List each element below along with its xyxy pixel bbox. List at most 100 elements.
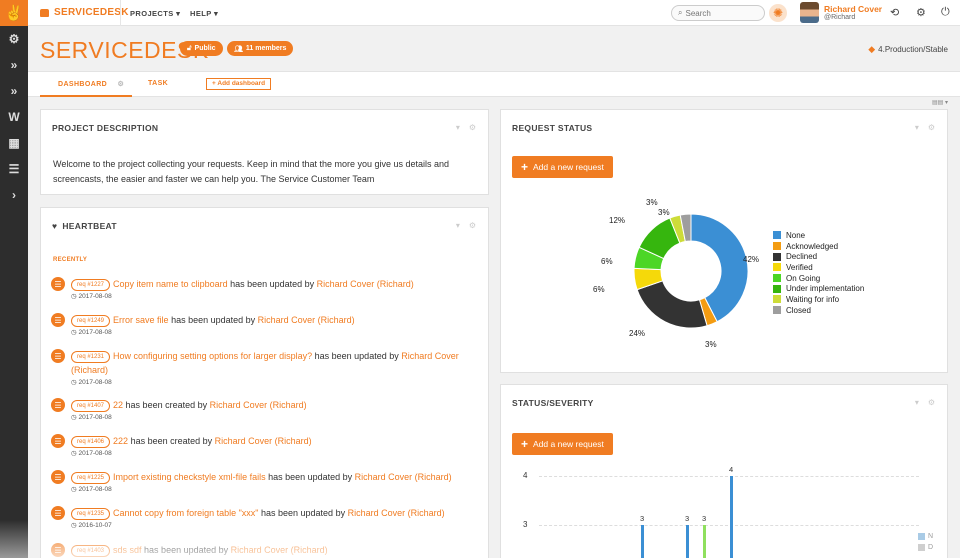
request-link[interactable]: 222: [113, 436, 128, 446]
action-text: has been updated by: [312, 351, 402, 361]
gear-icon[interactable]: ⚙: [469, 221, 476, 230]
heartbeat-text: req #1231 How configuring setting options…: [71, 349, 471, 377]
bar[interactable]: [641, 525, 644, 558]
legend-swatch: [773, 306, 781, 315]
left-sidebar: ✌ ⚙ » » W ▦ ☰ ›: [0, 0, 28, 558]
add-request-label: Add a new request: [533, 439, 604, 449]
tab-task[interactable]: TASK: [148, 80, 168, 87]
legend-item[interactable]: Acknowledged: [773, 241, 864, 252]
request-tag[interactable]: req #1225: [71, 472, 111, 484]
bar-value-label: 4: [729, 465, 734, 474]
heartbeat-date: ◷ 2017-08-08: [71, 328, 112, 336]
list-icon: ☰: [51, 313, 65, 327]
request-link[interactable]: Copy item name to clipboard: [113, 279, 228, 289]
bar-legend-item[interactable]: D: [918, 544, 933, 551]
expand-chevron-icon[interactable]: »: [0, 52, 28, 78]
add-request-button[interactable]: + Add a new request: [512, 156, 613, 178]
collapse-icon[interactable]: ▾: [915, 123, 919, 132]
bar[interactable]: [686, 525, 689, 558]
wiki-icon[interactable]: W: [0, 104, 28, 130]
heartbeat-date: ◷ 2017-08-08: [71, 378, 112, 386]
legend-item[interactable]: Closed: [773, 305, 864, 316]
history-icon[interactable]: ⟲: [890, 6, 899, 19]
avatar[interactable]: [800, 2, 819, 23]
fade-overlay: [41, 526, 488, 558]
sidebar-fade: [0, 520, 28, 558]
request-link[interactable]: Error save file: [113, 315, 169, 325]
legend-label: None: [786, 230, 806, 240]
members-badge[interactable]: 👥︎ 11 members: [227, 41, 294, 56]
legend-item[interactable]: None: [773, 230, 864, 241]
request-tag[interactable]: req #1249: [71, 315, 111, 327]
legend-label: Under implementation: [786, 284, 865, 294]
gear-icon[interactable]: ⚙: [928, 398, 935, 407]
user-link[interactable]: Richard Cover (Richard): [355, 472, 452, 482]
user-name[interactable]: Richard Cover: [824, 4, 882, 14]
legend-item[interactable]: Verified: [773, 262, 864, 273]
expand-chevron-icon[interactable]: »: [0, 78, 28, 104]
action-text: has been updated by: [227, 279, 317, 289]
legend-label: Verified: [786, 262, 813, 272]
list-icon[interactable]: ☰: [0, 156, 28, 182]
collapse-icon[interactable]: ▾: [915, 398, 919, 407]
app-logo-icon[interactable]: ✌: [0, 0, 28, 26]
gear-icon[interactable]: ⚙: [916, 6, 926, 19]
request-tag[interactable]: req #1231: [71, 351, 111, 363]
user-link[interactable]: Richard Cover (Richard): [210, 400, 307, 410]
add-dashboard-label: Add dashboard: [217, 80, 266, 87]
user-link[interactable]: Richard Cover (Richard): [317, 279, 414, 289]
add-dashboard-button[interactable]: + Add dashboard: [206, 78, 272, 90]
chevron-right-icon[interactable]: ›: [0, 182, 28, 208]
list-icon: ☰: [51, 277, 65, 291]
gear-icon[interactable]: ⚙: [117, 81, 124, 88]
collapse-icon[interactable]: ▾: [456, 123, 460, 132]
pie-value-label: 3%: [646, 198, 658, 207]
gear-icon[interactable]: ⚙: [469, 123, 476, 132]
pie-slice-declined[interactable]: [636, 280, 708, 329]
tab-bar: DASHBOARD ⚙ TASK + Add dashboard: [28, 72, 960, 97]
request-link[interactable]: Import existing checkstyle xml-file fail…: [113, 472, 266, 482]
request-link[interactable]: How configuring setting options for larg…: [113, 351, 312, 361]
search-input[interactable]: [685, 8, 764, 18]
request-tag[interactable]: req #1406: [71, 436, 111, 448]
request-tag[interactable]: req #1407: [71, 400, 111, 412]
legend-swatch: [773, 263, 781, 272]
date-text: 2017-08-08: [78, 293, 112, 300]
bar-legend-item[interactable]: N: [918, 533, 933, 540]
y-tick-label: 4: [523, 471, 528, 480]
collapse-icon[interactable]: ▾: [456, 221, 460, 230]
tab-dashboard[interactable]: DASHBOARD ⚙: [40, 80, 132, 97]
request-link[interactable]: 22: [113, 400, 123, 410]
add-request-button[interactable]: + Add a new request: [512, 433, 613, 455]
bar[interactable]: [730, 476, 733, 558]
menu-projects[interactable]: PROJECTS ▾: [130, 9, 180, 18]
legend-item[interactable]: Declined: [773, 251, 864, 262]
user-link[interactable]: Richard Cover (Richard): [215, 436, 312, 446]
panel-tools: ▾ ⚙: [915, 398, 935, 407]
request-link[interactable]: Cannot copy from foreign table "xxx": [113, 508, 258, 518]
tab-dashboard-label: DASHBOARD: [58, 81, 108, 88]
legend-item[interactable]: Waiting for info: [773, 294, 864, 305]
request-tag[interactable]: req #1227: [71, 279, 111, 291]
settings-cogs-icon[interactable]: ⚙: [0, 26, 28, 52]
bar-value-label: 3: [685, 514, 690, 523]
gear-icon[interactable]: ⚙: [928, 123, 935, 132]
date-text: 2017-08-08: [78, 450, 112, 457]
table-icon[interactable]: ▦: [0, 130, 28, 156]
version-tag[interactable]: ◆ 4.Production/Stable: [868, 44, 948, 55]
power-icon[interactable]: ⏻: [941, 6, 950, 19]
date-text: 2017-08-08: [78, 379, 112, 386]
user-link[interactable]: Richard Cover (Richard): [348, 508, 445, 518]
bar[interactable]: [703, 525, 706, 558]
brand-link[interactable]: SERVICEDESK: [40, 7, 129, 18]
legend-label: D: [928, 544, 934, 551]
user-link[interactable]: Richard Cover (Richard): [258, 315, 355, 325]
legend-item[interactable]: On Going: [773, 273, 864, 284]
layout-toggle-icon[interactable]: ▤▤ ▾: [932, 99, 948, 106]
legend-item[interactable]: Under implementation: [773, 283, 864, 294]
menu-help[interactable]: HELP ▾: [190, 9, 218, 18]
request-tag[interactable]: req #1235: [71, 508, 111, 520]
public-badge[interactable]: 🔓︎ Public: [180, 41, 223, 56]
search-icon: ⌕: [678, 8, 683, 17]
activity-icon[interactable]: ✺: [769, 4, 787, 22]
